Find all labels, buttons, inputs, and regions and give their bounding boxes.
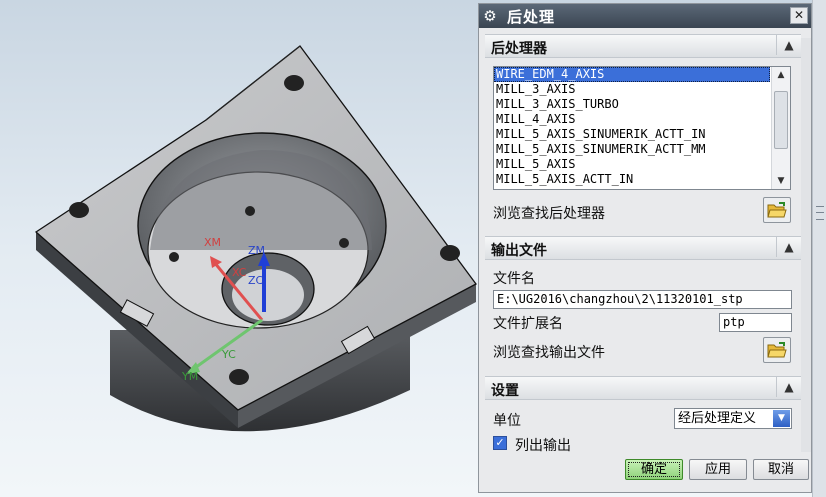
extension-input[interactable]: ptp	[719, 313, 792, 332]
list-item[interactable]: MILL_5_AXIS_SINUMERIK_ACTT_IN	[494, 127, 770, 142]
gear-icon[interactable]: ⚙	[479, 7, 501, 25]
graphics-viewport[interactable]: XM XC ZM ZC YC YM	[0, 0, 478, 497]
list-item[interactable]: MILL_5_AXIS_ACTT_IN	[494, 172, 770, 187]
browse-output-button[interactable]	[763, 337, 791, 363]
section-header-settings[interactable]: 设置 ▲	[485, 376, 801, 400]
zc-axis-label: ZC	[248, 274, 264, 287]
list-scrollbar[interactable]: ▲ ▼	[771, 67, 790, 189]
section-header-postprocessor[interactable]: 后处理器 ▲	[485, 34, 801, 58]
list-item[interactable]: MILL_3_AXIS	[494, 82, 770, 97]
scroll-down-icon[interactable]: ▼	[772, 173, 790, 189]
browse-postprocessor-label: 浏览查找后处理器	[493, 206, 605, 222]
list-output-label: 列出输出	[515, 438, 571, 454]
collapse-icon[interactable]: ▲	[776, 237, 801, 257]
zm-axis-label: ZM	[248, 244, 265, 257]
resource-bar-strip[interactable]	[812, 0, 826, 497]
list-item[interactable]: MILL_5_AXIS	[494, 157, 770, 172]
open-folder-icon	[767, 202, 787, 218]
apply-button[interactable]: 应用	[689, 459, 747, 480]
scroll-up-icon[interactable]: ▲	[772, 67, 790, 83]
dialog-titlebar[interactable]: ⚙ 后处理 ✕	[479, 4, 811, 28]
list-item[interactable]: MILL_3_AXIS_TURBO	[494, 97, 770, 112]
scroll-thumb[interactable]	[774, 91, 788, 149]
postprocess-dialog: ⚙ 后处理 ✕ 后处理器 ▲ WIRE_EDM_4_AXIS MILL_3_AXI…	[478, 3, 812, 493]
extension-label: 文件扩展名	[493, 316, 563, 332]
dialog-title: 后处理	[507, 7, 556, 26]
unit-value: 经后处理定义	[678, 411, 757, 426]
list-output-checkbox[interactable]: ✓	[493, 436, 507, 450]
browse-output-label: 浏览查找输出文件	[493, 345, 605, 361]
list-item[interactable]: MILL_4_AXIS	[494, 112, 770, 127]
section-header-output[interactable]: 输出文件 ▲	[485, 236, 801, 260]
collapse-icon[interactable]: ▲	[776, 377, 801, 397]
browse-postprocessor-button[interactable]	[763, 197, 791, 223]
list-item[interactable]: MILL_5_AXIS_ACTT_MM	[494, 187, 770, 189]
yc-axis-label: YC	[221, 348, 236, 361]
ym-axis-label: YM	[181, 370, 198, 383]
open-folder-icon	[767, 342, 787, 358]
filename-label: 文件名	[493, 271, 535, 287]
section-label: 输出文件	[491, 243, 547, 259]
dialog-scrollbar[interactable]	[801, 38, 811, 452]
ok-button[interactable]: 确定	[625, 459, 683, 480]
xc-axis-label: XC	[232, 266, 247, 279]
part-model: XM XC ZM ZC YC YM	[34, 45, 477, 432]
grip-icon[interactable]	[816, 206, 824, 220]
list-item[interactable]: MILL_5_AXIS_SINUMERIK_ACTT_MM	[494, 142, 770, 157]
cancel-button[interactable]: 取消	[753, 459, 809, 480]
unit-dropdown[interactable]: 经后处理定义 ▼	[674, 408, 792, 429]
section-label: 后处理器	[491, 41, 547, 57]
collapse-icon[interactable]: ▲	[776, 35, 801, 55]
unit-label: 单位	[493, 413, 521, 429]
postprocessor-list[interactable]: WIRE_EDM_4_AXIS MILL_3_AXIS MILL_3_AXIS_TU…	[493, 66, 791, 190]
list-item[interactable]: WIRE_EDM_4_AXIS	[494, 67, 770, 82]
close-icon[interactable]: ✕	[790, 7, 808, 24]
filename-input[interactable]: E:\UG2016\changzhou\2\11320101_stp	[493, 290, 792, 309]
xm-axis-label: XM	[204, 236, 221, 249]
chevron-down-icon[interactable]: ▼	[773, 410, 790, 427]
section-label: 设置	[491, 383, 519, 399]
